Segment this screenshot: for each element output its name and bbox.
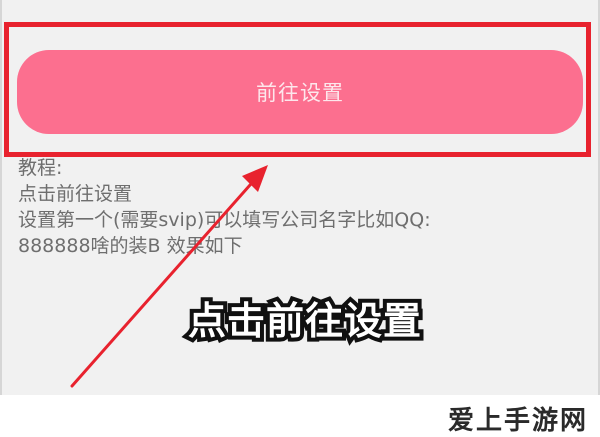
screen-edge-left xyxy=(0,0,2,395)
tutorial-line: 教程: xyxy=(18,157,63,179)
site-watermark: 爱上手游网 xyxy=(447,406,588,436)
phone-screen: 前往设置 教程: 点击前往设置 设置第一个(需要svip)可以填写公司名字比如Q… xyxy=(0,0,600,395)
tutorial-line: 888888啥的装B 效果如下 xyxy=(18,235,243,257)
tutorial-line: 点击前往设置 xyxy=(18,183,133,205)
annotation-caption: 点击前往设置 xyxy=(184,295,425,347)
tutorial-line: 设置第一个(需要svip)可以填写公司名字比如QQ: xyxy=(18,209,431,231)
tutorial-text: 教程: 点击前往设置 设置第一个(需要svip)可以填写公司名字比如QQ: 88… xyxy=(18,155,578,259)
annotation-highlight-box xyxy=(4,22,591,157)
